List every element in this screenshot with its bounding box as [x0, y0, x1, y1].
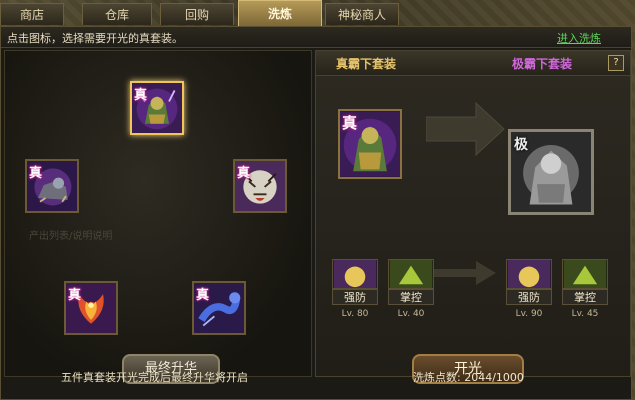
target-suit-title: 极霸下套装 [512, 57, 573, 71]
skill-label: 强防 [332, 289, 378, 305]
sublimation-note: 五件真套装开光完成后最终升华将开启 [61, 371, 248, 384]
skill-icon-defense-upgraded[interactable] [506, 259, 552, 289]
zhen-badge: 真 [29, 166, 43, 181]
suit-header: 真霸下套装 极霸下套装 ? [316, 51, 630, 76]
suit-slot-dog[interactable]: 真 [25, 159, 79, 213]
skill-label: 掌控 [388, 289, 434, 305]
watermark-text: 产出列表/说明说明 [29, 231, 113, 242]
refine-window: 点击图标，选择需要开光的真套装。 进入洗炼 产出列表/说明说明 真 真 真 真 … [0, 26, 632, 400]
suit-slot-dragon[interactable]: 真 [130, 81, 184, 135]
help-button[interactable]: ? [608, 55, 624, 71]
ji-badge: 极 [514, 137, 528, 153]
skill-label: 强防 [506, 289, 552, 305]
target-suit-item[interactable]: 极 [508, 129, 594, 215]
zhen-badge: 真 [237, 166, 251, 181]
current-suit-item[interactable]: 真 [338, 109, 402, 179]
suit-slot-blue-dragon[interactable]: 真 [192, 281, 246, 335]
skill-arrow-icon [434, 261, 496, 285]
suit-selection-panel: 产出列表/说明说明 真 真 真 真 真 最终升华 [4, 50, 312, 384]
refine-points: 洗炼点数: 2044/1000 [413, 369, 524, 385]
zhen-badge: 真 [196, 288, 210, 303]
zhen-badge: 真 [134, 88, 148, 103]
points-label: 洗炼点数: [413, 371, 461, 384]
strong-defense-icon [333, 260, 377, 288]
skill-level: Lv. 80 [341, 309, 369, 319]
control-icon [563, 260, 607, 288]
points-value: 2044/1000 [464, 371, 524, 384]
skill-icon-control-upgraded[interactable] [562, 259, 608, 289]
enter-refine-link[interactable]: 进入洗炼 [557, 30, 601, 46]
tab-bar: 商店 仓库 回购 洗炼 神秘商人 [0, 0, 635, 26]
tab-refine[interactable]: 洗炼 [238, 0, 322, 26]
skill-icon-control[interactable] [388, 259, 434, 289]
tab-buyback[interactable]: 回购 [160, 3, 234, 25]
upgrade-arrow-icon [426, 101, 505, 157]
tab-shop[interactable]: 商店 [0, 3, 64, 25]
tab-mystery-merchant[interactable]: 神秘商人 [325, 3, 399, 25]
hint-bar: 点击图标，选择需要开光的真套装。 进入洗炼 [1, 27, 631, 48]
control-icon [389, 260, 433, 288]
current-suit-title: 真霸下套装 [336, 57, 397, 71]
zhen-badge: 真 [342, 114, 358, 132]
zhen-badge: 真 [68, 288, 82, 303]
skill-level: Lv. 45 [571, 309, 599, 319]
skill-level: Lv. 40 [397, 309, 425, 319]
suit-slot-tiger[interactable]: 真 [233, 159, 287, 213]
hint-text: 点击图标，选择需要开光的真套装。 [7, 32, 183, 45]
suit-upgrade-panel: 真霸下套装 极霸下套装 ? 真 极 强防 Lv. 80 掌控 Lv. 40 强防… [315, 50, 631, 384]
strong-defense-icon [507, 260, 551, 288]
suit-slot-phoenix[interactable]: 真 [64, 281, 118, 335]
skill-level: Lv. 90 [515, 309, 543, 319]
tab-warehouse[interactable]: 仓库 [82, 3, 152, 25]
skill-label: 掌控 [562, 289, 608, 305]
skill-icon-defense[interactable] [332, 259, 378, 289]
